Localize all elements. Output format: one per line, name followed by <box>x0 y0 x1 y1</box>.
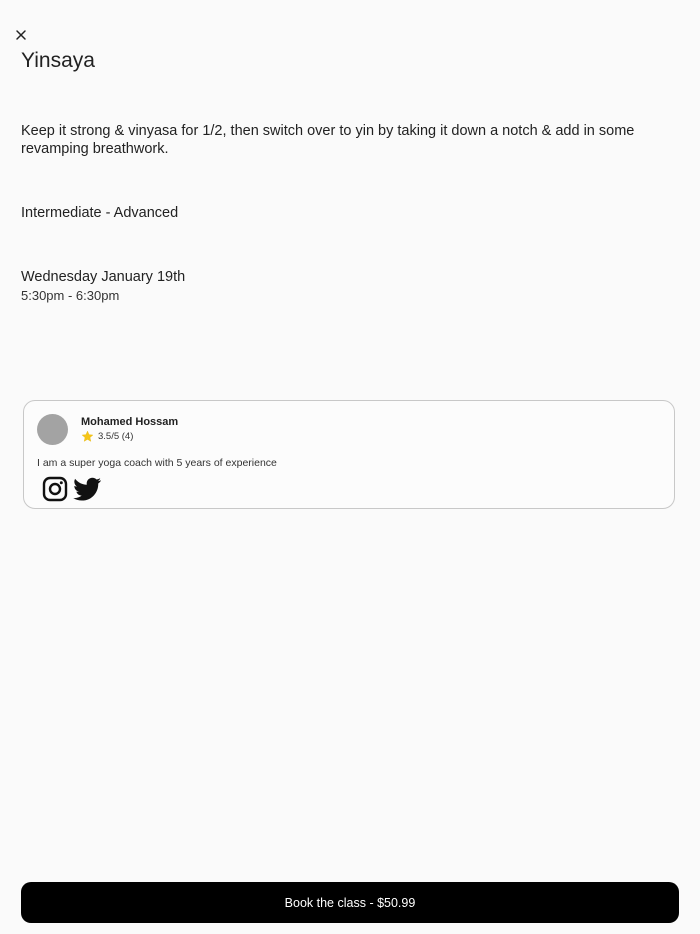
coach-rating: 3.5/5 (4) <box>81 430 133 443</box>
instagram-icon[interactable] <box>41 475 69 503</box>
twitter-icon[interactable] <box>73 475 102 503</box>
class-title: Yinsaya <box>21 49 95 72</box>
class-date: Wednesday January 19th <box>21 269 186 285</box>
book-class-button[interactable]: Book the class - $50.99 <box>21 882 679 923</box>
avatar <box>37 414 68 445</box>
class-description: Keep it strong & vinyasa for 1/2, then s… <box>21 123 635 157</box>
coach-name: Mohamed Hossam <box>81 416 179 428</box>
class-level: Intermediate - Advanced <box>21 205 179 221</box>
rating-text: 3.5/5 (4) <box>98 431 134 442</box>
social-links <box>41 475 102 503</box>
coach-bio: I am a super yoga coach with 5 years of … <box>37 457 277 469</box>
class-time: 5:30pm - 6:30pm <box>21 288 120 303</box>
coach-card[interactable]: Mohamed Hossam 3.5/5 (4) I am a super yo… <box>23 400 675 509</box>
close-icon[interactable] <box>12 26 30 44</box>
star-icon <box>81 430 94 443</box>
